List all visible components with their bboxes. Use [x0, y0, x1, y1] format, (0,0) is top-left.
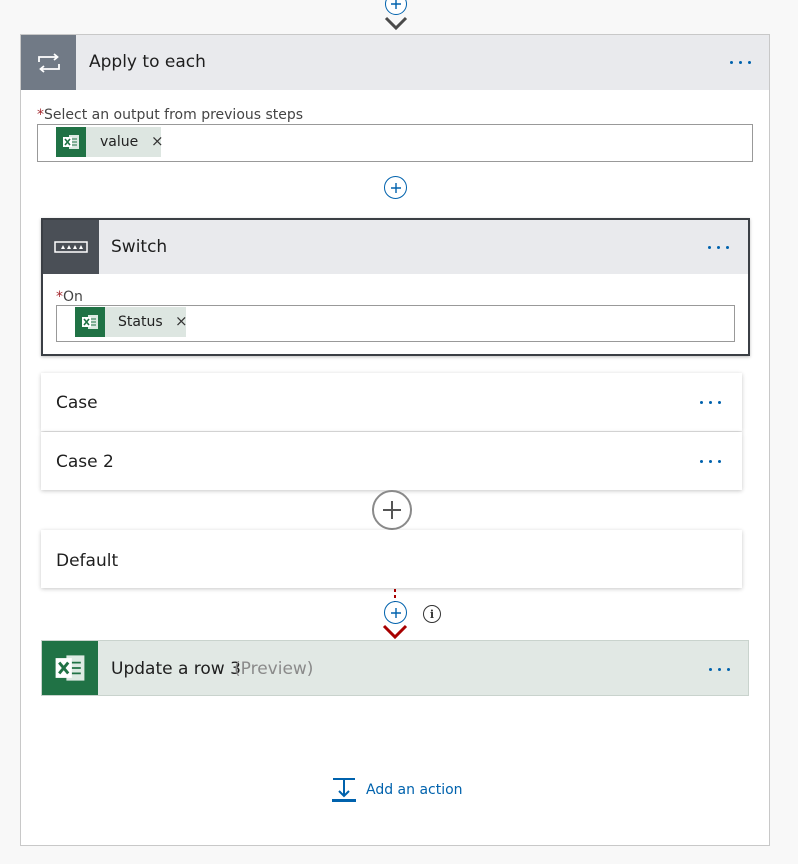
update-row-title: Update a row 3 [111, 659, 241, 679]
field-label-text: On [63, 289, 83, 305]
default-title: Default [56, 551, 119, 571]
flow-arrow-icon [382, 624, 408, 640]
more-options-icon[interactable] [709, 668, 730, 671]
switch-on-input[interactable]: Status × [56, 305, 735, 342]
add-action-button[interactable]: Add an action [330, 776, 463, 804]
update-row-card[interactable]: Update a row 3 (Preview) [41, 640, 749, 696]
case-title: Case 2 [56, 452, 114, 472]
plus-icon [391, 0, 401, 9]
default-card[interactable]: Default [41, 530, 742, 588]
more-options-icon[interactable] [730, 61, 751, 64]
switch-icon-box [43, 220, 99, 274]
output-select-input[interactable]: value × [37, 124, 753, 162]
case-card[interactable]: Case 2 [41, 432, 742, 490]
value-token[interactable]: value × [56, 127, 164, 157]
token-label: value [100, 134, 139, 150]
add-action-icon [332, 778, 356, 802]
loop-icon [37, 52, 60, 73]
more-options-icon[interactable] [708, 246, 729, 249]
top-insert-step-button[interactable] [385, 0, 407, 15]
preview-badge: (Preview) [234, 659, 314, 679]
field-label-text: Select an output from previous steps [44, 107, 304, 123]
status-token[interactable]: Status × [75, 307, 188, 337]
close-icon[interactable]: × [151, 132, 164, 150]
more-options-icon[interactable] [700, 401, 721, 404]
plus-icon [390, 607, 401, 618]
insert-step-button[interactable] [384, 176, 407, 199]
insert-step-button[interactable] [384, 601, 407, 624]
excel-icon [75, 307, 105, 337]
apply-to-each-header[interactable]: Apply to each [21, 35, 769, 90]
excel-icon [56, 127, 86, 157]
plus-icon [390, 182, 401, 193]
case-title: Case [56, 393, 98, 413]
loop-icon-box [21, 35, 76, 90]
switch-field-label: *On [56, 289, 83, 305]
flow-arrow-icon [384, 16, 408, 31]
case-card[interactable]: Case [41, 373, 742, 431]
switch-header[interactable]: Switch [43, 220, 748, 274]
add-case-button[interactable] [372, 490, 412, 530]
apply-to-each-title: Apply to each [89, 52, 206, 72]
required-mark: * [37, 107, 44, 123]
switch-icon [54, 241, 88, 253]
add-action-label: Add an action [366, 782, 463, 798]
switch-title: Switch [111, 237, 168, 257]
close-icon[interactable]: × [175, 312, 188, 330]
plus-icon [383, 501, 401, 519]
info-icon[interactable]: i [423, 605, 441, 623]
token-label: Status [118, 314, 163, 330]
switch-card: Switch *On Status × [41, 218, 750, 356]
required-mark: * [56, 289, 63, 305]
more-options-icon[interactable] [700, 460, 721, 463]
apply-to-each-field-label: *Select an output from previous steps [37, 107, 303, 123]
excel-icon [42, 641, 98, 695]
